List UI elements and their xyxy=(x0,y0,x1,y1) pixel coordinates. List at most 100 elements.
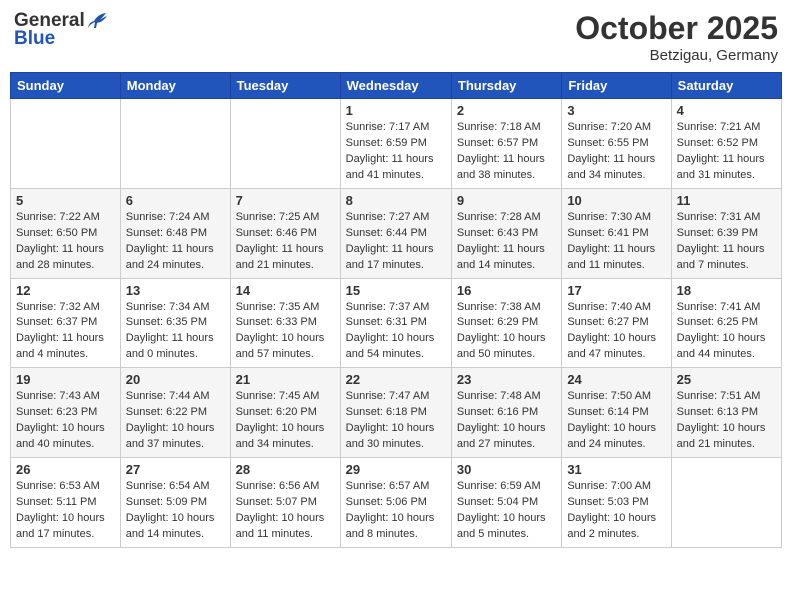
day-info: Sunrise: 7:38 AM Sunset: 6:29 PM Dayligh… xyxy=(457,300,556,364)
day-info: Sunrise: 7:40 AM Sunset: 6:27 PM Dayligh… xyxy=(567,300,665,364)
day-info: Sunrise: 7:25 AM Sunset: 6:46 PM Dayligh… xyxy=(236,210,335,274)
day-number: 1 xyxy=(346,103,446,118)
day-number: 19 xyxy=(16,372,115,387)
day-info: Sunrise: 7:44 AM Sunset: 6:22 PM Dayligh… xyxy=(126,389,225,453)
calendar-cell: 12Sunrise: 7:32 AM Sunset: 6:37 PM Dayli… xyxy=(11,278,121,368)
calendar-cell: 5 Sunrise: 7:22 AM Sunset: 6:50 PM Daylig… xyxy=(11,188,121,278)
day-info: Sunrise: 7:30 AM Sunset: 6:41 PM Dayligh… xyxy=(567,210,665,274)
month-title: October 2025 xyxy=(575,10,778,47)
weekday-header-sunday: Sunday xyxy=(11,73,121,99)
calendar-cell: 2Sunrise: 7:18 AM Sunset: 6:57 PM Daylig… xyxy=(451,99,561,189)
weekday-header-wednesday: Wednesday xyxy=(340,73,451,99)
day-number: 16 xyxy=(457,283,556,298)
day-number: 28 xyxy=(236,462,335,477)
day-info: Sunrise: 7:34 AM Sunset: 6:35 PM Dayligh… xyxy=(126,300,225,364)
day-info: Sunrise: 7:17 AM Sunset: 6:59 PM Dayligh… xyxy=(346,120,446,184)
calendar-week-row: 12Sunrise: 7:32 AM Sunset: 6:37 PM Dayli… xyxy=(11,278,782,368)
day-info: Sunrise: 7:48 AM Sunset: 6:16 PM Dayligh… xyxy=(457,389,556,453)
day-info: Sunrise: 7:00 AM Sunset: 5:03 PM Dayligh… xyxy=(567,479,665,543)
day-number: 9 xyxy=(457,193,556,208)
day-number: 3 xyxy=(567,103,665,118)
day-info: Sunrise: 6:59 AM Sunset: 5:04 PM Dayligh… xyxy=(457,479,556,543)
calendar-cell: 8Sunrise: 7:27 AM Sunset: 6:44 PM Daylig… xyxy=(340,188,451,278)
calendar-cell: 10 Sunrise: 7:30 AM Sunset: 6:41 PM Dayli… xyxy=(562,188,671,278)
calendar-cell: 1 Sunrise: 7:17 AM Sunset: 6:59 PM Daylig… xyxy=(340,99,451,189)
day-info: Sunrise: 7:50 AM Sunset: 6:14 PM Dayligh… xyxy=(567,389,665,453)
calendar-cell: 22 Sunrise: 7:47 AM Sunset: 6:18 PM Dayli… xyxy=(340,368,451,458)
day-number: 22 xyxy=(346,372,446,387)
calendar-cell: 15 Sunrise: 7:37 AM Sunset: 6:31 PM Dayli… xyxy=(340,278,451,368)
day-number: 18 xyxy=(677,283,776,298)
calendar-cell xyxy=(671,458,781,548)
day-info: Sunrise: 6:57 AM Sunset: 5:06 PM Dayligh… xyxy=(346,479,446,543)
day-number: 10 xyxy=(567,193,665,208)
calendar-week-row: 5 Sunrise: 7:22 AM Sunset: 6:50 PM Daylig… xyxy=(11,188,782,278)
calendar-cell: 13 Sunrise: 7:34 AM Sunset: 6:35 PM Dayli… xyxy=(120,278,230,368)
day-number: 25 xyxy=(677,372,776,387)
day-number: 12 xyxy=(16,283,115,298)
day-number: 11 xyxy=(677,193,776,208)
day-info: Sunrise: 7:47 AM Sunset: 6:18 PM Dayligh… xyxy=(346,389,446,453)
day-info: Sunrise: 7:18 AM Sunset: 6:57 PM Dayligh… xyxy=(457,120,556,184)
calendar-week-row: 1 Sunrise: 7:17 AM Sunset: 6:59 PM Daylig… xyxy=(11,99,782,189)
logo: General Blue xyxy=(14,10,108,50)
calendar-cell: 18 Sunrise: 7:41 AM Sunset: 6:25 PM Dayli… xyxy=(671,278,781,368)
calendar-cell: 7 Sunrise: 7:25 AM Sunset: 6:46 PM Daylig… xyxy=(230,188,340,278)
day-info: Sunrise: 7:22 AM Sunset: 6:50 PM Dayligh… xyxy=(16,210,115,274)
day-info: Sunrise: 7:24 AM Sunset: 6:48 PM Dayligh… xyxy=(126,210,225,274)
weekday-header-thursday: Thursday xyxy=(451,73,561,99)
calendar-cell: 14 Sunrise: 7:35 AM Sunset: 6:33 PM Dayli… xyxy=(230,278,340,368)
day-number: 5 xyxy=(16,193,115,208)
calendar-cell: 4Sunrise: 7:21 AM Sunset: 6:52 PM Daylig… xyxy=(671,99,781,189)
day-number: 31 xyxy=(567,462,665,477)
calendar-header-row: SundayMondayTuesdayWednesdayThursdayFrid… xyxy=(11,73,782,99)
calendar-cell: 6 Sunrise: 7:24 AM Sunset: 6:48 PM Daylig… xyxy=(120,188,230,278)
day-info: Sunrise: 7:37 AM Sunset: 6:31 PM Dayligh… xyxy=(346,300,446,364)
weekday-header-monday: Monday xyxy=(120,73,230,99)
calendar-cell xyxy=(230,99,340,189)
location-title: Betzigau, Germany xyxy=(575,47,778,64)
day-info: Sunrise: 7:51 AM Sunset: 6:13 PM Dayligh… xyxy=(677,389,776,453)
calendar-cell: 20 Sunrise: 7:44 AM Sunset: 6:22 PM Dayli… xyxy=(120,368,230,458)
calendar-week-row: 19Sunrise: 7:43 AM Sunset: 6:23 PM Dayli… xyxy=(11,368,782,458)
day-number: 26 xyxy=(16,462,115,477)
day-info: Sunrise: 7:20 AM Sunset: 6:55 PM Dayligh… xyxy=(567,120,665,184)
day-number: 6 xyxy=(126,193,225,208)
calendar-cell: 24 Sunrise: 7:50 AM Sunset: 6:14 PM Dayli… xyxy=(562,368,671,458)
calendar-cell: 3 Sunrise: 7:20 AM Sunset: 6:55 PM Daylig… xyxy=(562,99,671,189)
logo-blue-text: Blue xyxy=(14,28,55,50)
day-info: Sunrise: 7:41 AM Sunset: 6:25 PM Dayligh… xyxy=(677,300,776,364)
weekday-header-saturday: Saturday xyxy=(671,73,781,99)
day-info: Sunrise: 7:45 AM Sunset: 6:20 PM Dayligh… xyxy=(236,389,335,453)
calendar-cell: 25 Sunrise: 7:51 AM Sunset: 6:13 PM Dayli… xyxy=(671,368,781,458)
day-number: 27 xyxy=(126,462,225,477)
day-info: Sunrise: 7:35 AM Sunset: 6:33 PM Dayligh… xyxy=(236,300,335,364)
day-number: 15 xyxy=(346,283,446,298)
day-number: 17 xyxy=(567,283,665,298)
weekday-header-friday: Friday xyxy=(562,73,671,99)
calendar-cell: 23 Sunrise: 7:48 AM Sunset: 6:16 PM Dayli… xyxy=(451,368,561,458)
calendar-week-row: 26 Sunrise: 6:53 AM Sunset: 5:11 PM Dayli… xyxy=(11,458,782,548)
day-number: 24 xyxy=(567,372,665,387)
calendar-cell: 29Sunrise: 6:57 AM Sunset: 5:06 PM Dayli… xyxy=(340,458,451,548)
calendar-cell: 11Sunrise: 7:31 AM Sunset: 6:39 PM Dayli… xyxy=(671,188,781,278)
calendar-cell: 21Sunrise: 7:45 AM Sunset: 6:20 PM Dayli… xyxy=(230,368,340,458)
day-number: 7 xyxy=(236,193,335,208)
calendar-table: SundayMondayTuesdayWednesdayThursdayFrid… xyxy=(10,72,782,548)
calendar-cell: 26 Sunrise: 6:53 AM Sunset: 5:11 PM Dayli… xyxy=(11,458,121,548)
calendar-cell: 16 Sunrise: 7:38 AM Sunset: 6:29 PM Dayli… xyxy=(451,278,561,368)
day-number: 14 xyxy=(236,283,335,298)
day-number: 8 xyxy=(346,193,446,208)
day-number: 30 xyxy=(457,462,556,477)
logo-bird-icon xyxy=(86,12,108,30)
calendar-cell: 27 Sunrise: 6:54 AM Sunset: 5:09 PM Dayli… xyxy=(120,458,230,548)
calendar-cell: 19Sunrise: 7:43 AM Sunset: 6:23 PM Dayli… xyxy=(11,368,121,458)
day-info: Sunrise: 6:53 AM Sunset: 5:11 PM Dayligh… xyxy=(16,479,115,543)
calendar-cell: 17 Sunrise: 7:40 AM Sunset: 6:27 PM Dayli… xyxy=(562,278,671,368)
day-number: 20 xyxy=(126,372,225,387)
day-info: Sunrise: 7:21 AM Sunset: 6:52 PM Dayligh… xyxy=(677,120,776,184)
day-number: 23 xyxy=(457,372,556,387)
page-header: General Blue October 2025 Betzigau, Germ… xyxy=(10,10,782,64)
day-number: 13 xyxy=(126,283,225,298)
day-info: Sunrise: 6:54 AM Sunset: 5:09 PM Dayligh… xyxy=(126,479,225,543)
